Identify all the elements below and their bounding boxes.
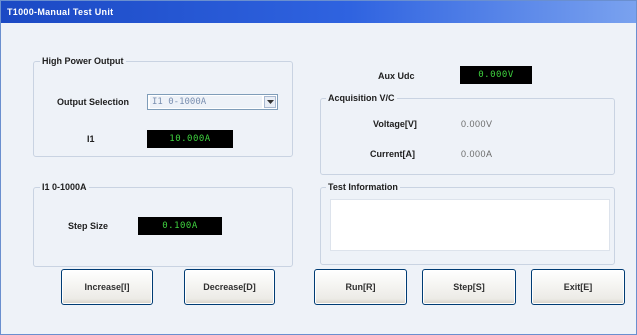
client-area: High Power Output Output Selection I1 0-… [4,27,633,332]
output-selection-dropdown[interactable]: I1 0-1000A [147,94,278,110]
i1-label: I1 [87,134,95,144]
main-window: T1000-Manual Test Unit High Power Output… [0,0,637,335]
run-button[interactable]: Run[R] [314,269,407,305]
voltage-value: 0.000V [461,119,493,129]
voltage-label: Voltage[V] [373,119,417,129]
increase-button[interactable]: Increase[I] [61,269,153,305]
current-label: Current[A] [370,149,415,159]
acquisition-group-title: Acquisition V/C [326,93,397,103]
aux-udc-display: 0.000V [460,66,532,84]
test-information-textbox[interactable] [330,199,610,251]
dropdown-arrow-button[interactable] [264,96,276,108]
range-group-title: I1 0-1000A [40,182,89,192]
decrease-button[interactable]: Decrease[D] [184,269,275,305]
i1-value-display: 10.000A [147,130,233,148]
output-selection-label: Output Selection [57,97,129,107]
output-selection-value: I1 0-1000A [150,96,262,108]
exit-button[interactable]: Exit[E] [531,269,625,305]
acquisition-group [320,98,615,175]
step-size-display: 0.100A [138,217,222,235]
current-value: 0.000A [461,149,493,159]
step-size-label: Step Size [68,221,109,231]
test-information-title: Test Information [326,182,400,192]
high-power-output-title: High Power Output [40,56,126,66]
window-title: T1000-Manual Test Unit [7,7,114,17]
chevron-down-icon [267,100,274,104]
window-title-bar[interactable]: T1000-Manual Test Unit [1,1,636,23]
step-button[interactable]: Step[S] [422,269,516,305]
aux-udc-label: Aux Udc [378,71,415,81]
